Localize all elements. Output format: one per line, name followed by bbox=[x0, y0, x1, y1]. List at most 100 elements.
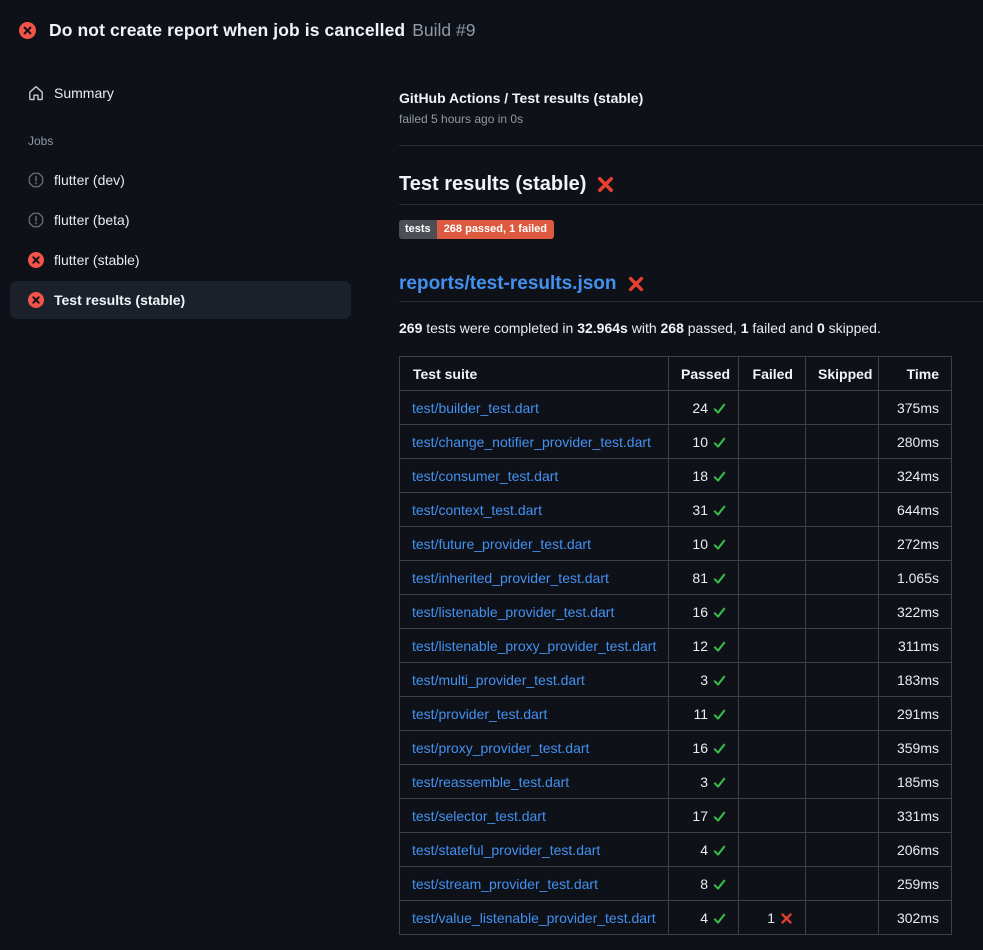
test-suite-link[interactable]: test/value_listenable_provider_test.dart bbox=[412, 910, 656, 926]
report-title-link[interactable]: reports/test-results.json bbox=[399, 272, 617, 296]
test-suite-link[interactable]: test/selector_test.dart bbox=[412, 808, 546, 824]
test-suite-link[interactable]: test/stateful_provider_test.dart bbox=[412, 842, 600, 858]
failed-cell bbox=[739, 527, 806, 561]
section-heading: Test results (stable) bbox=[399, 170, 983, 198]
failed-cross-icon bbox=[627, 275, 645, 293]
pass-check-icon bbox=[713, 572, 726, 585]
sidebar-item-summary[interactable]: Summary bbox=[10, 74, 351, 112]
failed-icon bbox=[28, 292, 44, 308]
failed-cell bbox=[739, 765, 806, 799]
build-number: Build #9 bbox=[412, 20, 475, 40]
test-suite-link[interactable]: test/reassemble_test.dart bbox=[412, 774, 569, 790]
skipped-cell bbox=[806, 425, 879, 459]
report-heading[interactable]: reports/test-results.json bbox=[399, 272, 983, 296]
run-status-text: failed 5 hours ago in 0s bbox=[399, 111, 983, 127]
failed-cell bbox=[739, 697, 806, 731]
column-header-test-suite: Test suite bbox=[400, 357, 669, 391]
passed-cell: 12 bbox=[669, 629, 739, 663]
check-mark-icon bbox=[713, 912, 726, 925]
test-suite-link[interactable]: test/proxy_provider_test.dart bbox=[412, 740, 589, 756]
skipped-cell bbox=[806, 901, 879, 935]
failed-cell bbox=[739, 629, 806, 663]
count-value: 17 bbox=[692, 808, 708, 824]
sidebar-item-label: flutter (beta) bbox=[54, 212, 129, 228]
column-header-passed: Passed bbox=[669, 357, 739, 391]
section-title: Test results (stable) bbox=[399, 170, 586, 198]
test-suite-link[interactable]: test/consumer_test.dart bbox=[412, 468, 558, 484]
failed-cell bbox=[739, 391, 806, 425]
x-circle-fill-icon bbox=[19, 22, 36, 39]
passed-cell: 81 bbox=[669, 561, 739, 595]
skipped-cell bbox=[806, 765, 879, 799]
time-cell: 291ms bbox=[879, 697, 952, 731]
x-circle-fill-icon bbox=[28, 292, 44, 308]
table-row: test/change_notifier_provider_test.dart 1… bbox=[400, 425, 952, 459]
test-suite-link[interactable]: test/stream_provider_test.dart bbox=[412, 876, 598, 892]
failed-cell bbox=[739, 833, 806, 867]
table-row: test/selector_test.dart17 331ms bbox=[400, 799, 952, 833]
test-suite-link[interactable]: test/multi_provider_test.dart bbox=[412, 672, 585, 688]
check-mark-icon bbox=[713, 776, 726, 789]
count-value: 31 bbox=[692, 502, 708, 518]
table-row: test/listenable_proxy_provider_test.dart… bbox=[400, 629, 952, 663]
table-row: test/future_provider_test.dart10 272ms bbox=[400, 527, 952, 561]
count-value: 10 bbox=[692, 434, 708, 450]
sidebar-item-job[interactable]: flutter (beta) bbox=[10, 200, 351, 240]
test-suite-link[interactable]: test/inherited_provider_test.dart bbox=[412, 570, 609, 586]
test-suite-link[interactable]: test/change_notifier_provider_test.dart bbox=[412, 434, 651, 450]
count-value: 12 bbox=[692, 638, 708, 654]
time-cell: 183ms bbox=[879, 663, 952, 697]
time-cell: 375ms bbox=[879, 391, 952, 425]
sidebar-item-job[interactable]: Test results (stable) bbox=[10, 281, 351, 319]
test-results-table: Test suite Passed Failed Skipped Time te… bbox=[399, 356, 952, 935]
table-row: test/consumer_test.dart18 324ms bbox=[400, 459, 952, 493]
table-header-row: Test suite Passed Failed Skipped Time bbox=[400, 357, 952, 391]
test-suite-link[interactable]: test/builder_test.dart bbox=[412, 400, 539, 416]
fail-x-icon bbox=[780, 912, 793, 925]
column-header-failed: Failed bbox=[739, 357, 806, 391]
count-value: 24 bbox=[692, 400, 708, 416]
summary-segment: 0 bbox=[817, 320, 825, 336]
test-suite-link[interactable]: test/future_provider_test.dart bbox=[412, 536, 591, 552]
x-circle-fill-icon bbox=[28, 252, 44, 268]
test-suite-link[interactable]: test/context_test.dart bbox=[412, 502, 542, 518]
skipped-cell bbox=[806, 459, 879, 493]
check-mark-icon bbox=[713, 538, 726, 551]
test-suite-link[interactable]: test/listenable_proxy_provider_test.dart bbox=[412, 638, 656, 654]
skipped-cell bbox=[806, 867, 879, 901]
pass-check-icon bbox=[713, 878, 726, 891]
pass-check-icon bbox=[713, 674, 726, 687]
count-value: 8 bbox=[700, 876, 708, 892]
passed-cell: 4 bbox=[669, 901, 739, 935]
test-suite-link[interactable]: test/listenable_provider_test.dart bbox=[412, 604, 614, 620]
summary-segment: tests were completed in bbox=[422, 320, 577, 336]
check-mark-icon bbox=[713, 402, 726, 415]
failed-cell bbox=[739, 561, 806, 595]
pass-check-icon bbox=[713, 402, 726, 415]
test-summary-text: 269 tests were completed in 32.964s with… bbox=[399, 318, 983, 338]
build-failed-icon bbox=[19, 22, 36, 39]
time-cell: 359ms bbox=[879, 731, 952, 765]
count-value: 81 bbox=[692, 570, 708, 586]
pass-check-icon bbox=[713, 436, 726, 449]
time-cell: 324ms bbox=[879, 459, 952, 493]
passed-cell: 31 bbox=[669, 493, 739, 527]
check-mark-icon bbox=[713, 674, 726, 687]
skipped-cell bbox=[806, 663, 879, 697]
passed-cell: 24 bbox=[669, 391, 739, 425]
pass-check-icon bbox=[713, 470, 726, 483]
pass-check-icon bbox=[713, 776, 726, 789]
time-cell: 302ms bbox=[879, 901, 952, 935]
skipped-cell bbox=[806, 561, 879, 595]
table-row: test/stream_provider_test.dart 8 259ms bbox=[400, 867, 952, 901]
skipped-cell bbox=[806, 595, 879, 629]
time-cell: 272ms bbox=[879, 527, 952, 561]
table-row: test/inherited_provider_test.dart81 1.06… bbox=[400, 561, 952, 595]
test-suite-link[interactable]: test/provider_test.dart bbox=[412, 706, 547, 722]
pass-check-icon bbox=[713, 810, 726, 823]
time-cell: 280ms bbox=[879, 425, 952, 459]
sidebar-item-job[interactable]: flutter (stable) bbox=[10, 240, 351, 280]
table-row: test/multi_provider_test.dart3 183ms bbox=[400, 663, 952, 697]
sidebar-item-job[interactable]: flutter (dev) bbox=[10, 160, 351, 200]
time-cell: 259ms bbox=[879, 867, 952, 901]
